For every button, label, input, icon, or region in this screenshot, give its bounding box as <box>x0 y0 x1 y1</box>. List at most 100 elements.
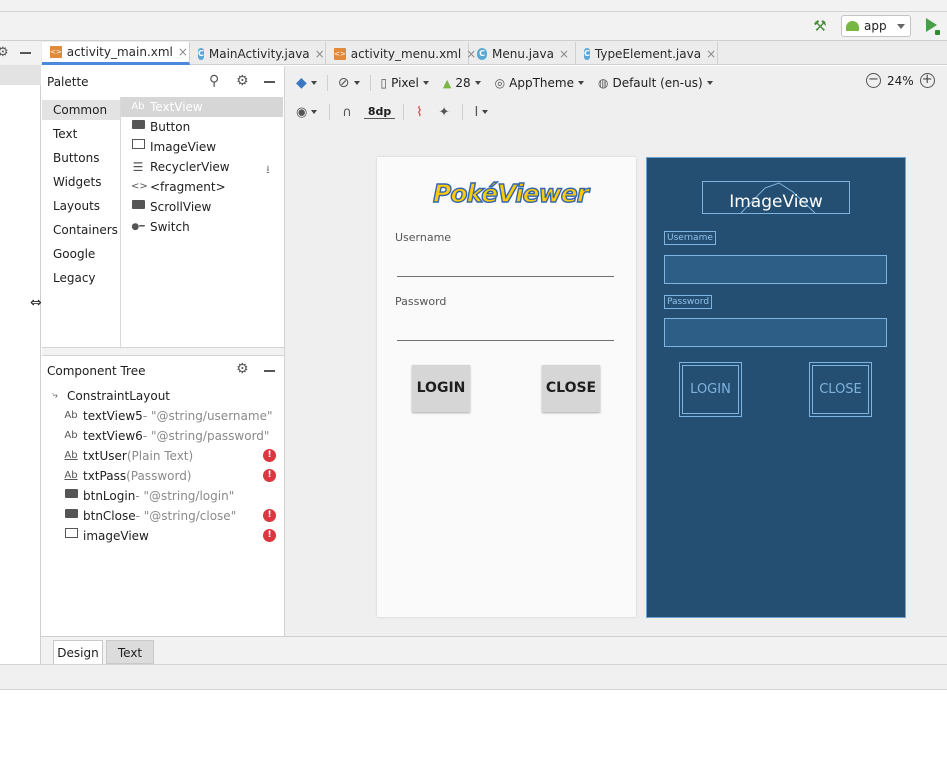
username-input[interactable] <box>397 276 614 277</box>
app-logo[interactable]: PokéViewer <box>432 178 589 215</box>
zoom-level: 24% <box>887 73 914 88</box>
tab-menu-java[interactable]: C Menu.java × <box>469 42 576 65</box>
tree-node-btnclose[interactable]: btnClose - "@string/close" <box>64 506 236 526</box>
blueprint-login-button[interactable]: LOGIN <box>679 362 742 417</box>
panel-splitter[interactable] <box>42 347 284 356</box>
palette-item-button[interactable]: Button <box>121 117 283 137</box>
tree-node-detail: (Plain Text) <box>126 449 194 463</box>
run-config-dropdown[interactable]: app <box>841 15 911 37</box>
search-icon[interactable]: ⚲ <box>209 73 219 89</box>
zoom-in-icon[interactable]: + <box>919 73 935 88</box>
palette-item-label: Button <box>150 120 191 134</box>
device-dropdown[interactable]: ▯ Pixel <box>377 76 433 90</box>
close-icon[interactable]: × <box>559 47 569 61</box>
gear-icon[interactable]: ⚙ <box>236 361 249 377</box>
theme-dropdown[interactable]: ◎ AppTheme <box>491 76 588 90</box>
imageview-icon <box>131 137 145 157</box>
switch-icon: ●━ <box>131 222 145 232</box>
close-icon[interactable]: × <box>178 45 188 59</box>
password-input[interactable] <box>397 340 614 341</box>
api-dropdown[interactable]: ▲ 28 <box>439 76 485 90</box>
default-margin[interactable]: 8dp <box>363 105 396 119</box>
project-panel-selected-row[interactable] <box>0 65 41 85</box>
tree-root[interactable]: ⤷ ConstraintLayout <box>48 386 170 406</box>
password-label[interactable]: Password <box>395 295 446 308</box>
infer-constraints-button[interactable]: ✦ <box>435 105 454 120</box>
chevron-down-icon <box>897 23 905 29</box>
autoconnect-toggle[interactable]: ∩ <box>338 105 356 120</box>
clear-constraints-button[interactable]: ⌇ <box>412 105 426 120</box>
minimize-icon[interactable] <box>264 81 275 83</box>
palette-item-fragment[interactable]: <> <fragment> <box>121 177 283 197</box>
palette-category-legacy[interactable]: Legacy <box>42 268 120 288</box>
android-icon <box>846 21 859 31</box>
close-button[interactable]: CLOSE <box>542 365 600 412</box>
tab-design[interactable]: Design <box>53 640 103 664</box>
zoom-out-icon[interactable]: − <box>866 73 881 88</box>
palette-item-switch[interactable]: ●━ Switch <box>121 217 283 237</box>
palette-item-label: ImageView <box>150 140 217 154</box>
tree-node-detail: (Password) <box>126 469 192 483</box>
palette-category-google[interactable]: Google <box>42 244 120 264</box>
blueprint-close-button[interactable]: CLOSE <box>809 362 872 417</box>
login-button[interactable]: LOGIN <box>412 365 470 412</box>
close-icon[interactable]: × <box>315 47 325 61</box>
tree-node-imageview[interactable]: imageView <box>64 526 149 546</box>
guidelines-dropdown[interactable]: I <box>471 105 493 120</box>
palette-category-text[interactable]: Text <box>42 124 120 144</box>
tree-node-name: btnClose <box>83 509 136 523</box>
minimize-icon[interactable] <box>20 52 31 54</box>
divider <box>326 75 328 91</box>
chevron-down-icon <box>577 81 584 85</box>
error-icon[interactable]: ! <box>263 449 276 462</box>
build-hammer-icon[interactable]: ⚒ <box>811 17 829 35</box>
palette-item-scrollview[interactable]: ScrollView <box>121 197 283 217</box>
textview-icon: Ab <box>131 101 145 112</box>
tree-node-txtuser[interactable]: Ab txtUser (Plain Text) <box>64 446 193 466</box>
blueprint-username-input[interactable] <box>664 255 887 284</box>
palette-category-buttons[interactable]: Buttons <box>42 148 120 168</box>
view-options[interactable]: ◉ <box>292 105 321 120</box>
theme-label: AppTheme <box>509 76 574 90</box>
palette-category-layouts[interactable]: Layouts <box>42 196 120 216</box>
tab-mainactivity-java[interactable]: C MainActivity.java × <box>190 42 326 65</box>
tree-node-btnlogin[interactable]: btnLogin - "@string/login" <box>64 486 234 506</box>
palette-category-widgets[interactable]: Widgets <box>42 172 120 192</box>
error-icon[interactable]: ! <box>263 509 276 522</box>
tree-node-txtpass[interactable]: Ab txtPass (Password) <box>64 466 192 486</box>
palette-item-imageview[interactable]: ImageView <box>121 137 283 157</box>
tree-node-textview5[interactable]: Ab textView5- "@string/username" <box>64 406 272 426</box>
tab-typeelement-java[interactable]: C TypeElement.java × <box>576 42 718 65</box>
divider <box>403 104 405 120</box>
username-label[interactable]: Username <box>395 231 451 244</box>
locale-dropdown[interactable]: ◍ Default (en-us) <box>594 76 717 90</box>
blueprint-password-label[interactable]: Password <box>664 295 713 309</box>
edittext-icon: Ab <box>64 450 78 461</box>
tree-node-detail: - "@string/close" <box>135 509 237 523</box>
palette-category-common[interactable]: Common <box>42 100 120 120</box>
blueprint-username-label[interactable]: Username <box>664 231 716 245</box>
blueprint-password-input[interactable] <box>664 318 887 347</box>
chevron-down-icon <box>474 81 481 85</box>
textview-icon: Ab <box>64 430 78 441</box>
minimize-icon[interactable] <box>264 370 275 372</box>
tab-activity-menu-xml[interactable]: <> activity_menu.xml × <box>326 42 476 65</box>
tab-text[interactable]: Text <box>106 640 154 664</box>
gear-icon[interactable]: ⚙ <box>236 73 249 89</box>
divider <box>461 104 463 120</box>
tab-activity-main-xml[interactable]: <> activity_main.xml × <box>42 42 190 65</box>
design-blueprint-toggle[interactable]: ◆ <box>292 75 321 91</box>
gear-icon[interactable]: ⚙ <box>0 45 9 60</box>
palette-category-containers[interactable]: Containers <box>42 220 120 240</box>
palette-item-label: ScrollView <box>150 200 212 214</box>
button-icon <box>131 117 145 137</box>
close-icon[interactable]: × <box>706 47 716 61</box>
orientation-button[interactable]: ⊘ <box>334 75 364 91</box>
error-icon[interactable]: ! <box>263 529 276 542</box>
error-icon[interactable]: ! <box>263 469 276 482</box>
palette-item-recyclerview[interactable]: ☰ RecyclerView <box>121 157 283 177</box>
tree-node-textview6[interactable]: Ab textView6- "@string/password" <box>64 426 269 446</box>
blueprint-imageview[interactable]: ImageView <box>702 181 850 214</box>
download-icon[interactable]: ⭳ <box>266 161 270 180</box>
palette-item-textview[interactable]: Ab TextView <box>121 97 283 117</box>
